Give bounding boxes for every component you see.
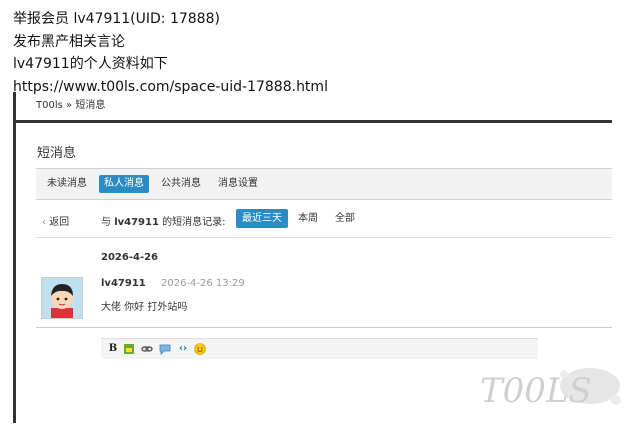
top-divider-bar: [16, 120, 612, 123]
editor-toolbar: B ‹›: [101, 339, 538, 359]
link-icon[interactable]: [141, 343, 153, 355]
message-body: 大佬 你好 打外站吗: [101, 302, 188, 313]
t00ls-watermark: T00LS: [478, 360, 628, 415]
report-text: 举报会员 lv47911(UID: 17888) 发布黑产相关言论 lv4791…: [13, 8, 328, 98]
filter-prefix: 与: [101, 217, 111, 228]
tab-settings[interactable]: 消息设置: [213, 175, 263, 193]
message-username-link[interactable]: lv47911: [101, 278, 146, 289]
breadcrumb-separator: »: [66, 100, 73, 111]
filter-suffix: 的短消息记录:: [162, 217, 226, 228]
image-icon[interactable]: [123, 343, 135, 355]
tab-private[interactable]: 私人消息: [99, 175, 149, 193]
message-filter-bar: ‹ 返回 与 lv47911 的短消息记录: 最近三天 本周 全部: [36, 204, 612, 238]
message-separator: [36, 327, 612, 328]
code-icon[interactable]: ‹›: [177, 343, 189, 355]
back-label: 返回: [49, 217, 70, 228]
breadcrumb: T00ls » 短消息: [36, 96, 105, 111]
quote-icon[interactable]: [159, 343, 171, 355]
breadcrumb-site-link[interactable]: T00ls: [36, 100, 63, 111]
report-line-reason: 发布黑产相关言论: [13, 33, 125, 50]
breadcrumb-current: 短消息: [75, 100, 106, 111]
message-date-header: 2026-4-26: [101, 252, 159, 263]
filter-user: lv47911: [114, 217, 159, 228]
smiley-icon[interactable]: [194, 343, 206, 355]
tab-unread[interactable]: 未读消息: [42, 175, 92, 193]
filter-recent-three-days[interactable]: 最近三天: [236, 209, 288, 228]
tab-public[interactable]: 公共消息: [156, 175, 206, 193]
chevron-left-icon: ‹: [42, 217, 46, 228]
page-title: 短消息: [37, 146, 77, 161]
reply-editor[interactable]: B ‹›: [101, 338, 538, 424]
message-timestamp: 2026-4-26 13:29: [161, 278, 245, 289]
avatar-boy-icon: [42, 278, 82, 318]
filter-all[interactable]: 全部: [329, 209, 361, 228]
watermark-logo-icon: T00LS: [480, 368, 621, 411]
bold-icon[interactable]: B: [107, 343, 119, 355]
report-line-member: 举报会员 lv47911(UID: 17888): [13, 11, 220, 27]
report-line-profile: lv47911的个人资料如下: [13, 56, 168, 72]
filter-this-week[interactable]: 本周: [292, 209, 324, 228]
filter-description: 与 lv47911 的短消息记录:: [101, 213, 226, 228]
avatar[interactable]: [41, 277, 83, 319]
svg-text:T00LS: T00LS: [480, 371, 592, 411]
back-link[interactable]: ‹ 返回: [42, 213, 69, 228]
message-tabs: 未读消息 私人消息 公共消息 消息设置: [36, 168, 612, 200]
frame-left-border: [13, 92, 16, 423]
